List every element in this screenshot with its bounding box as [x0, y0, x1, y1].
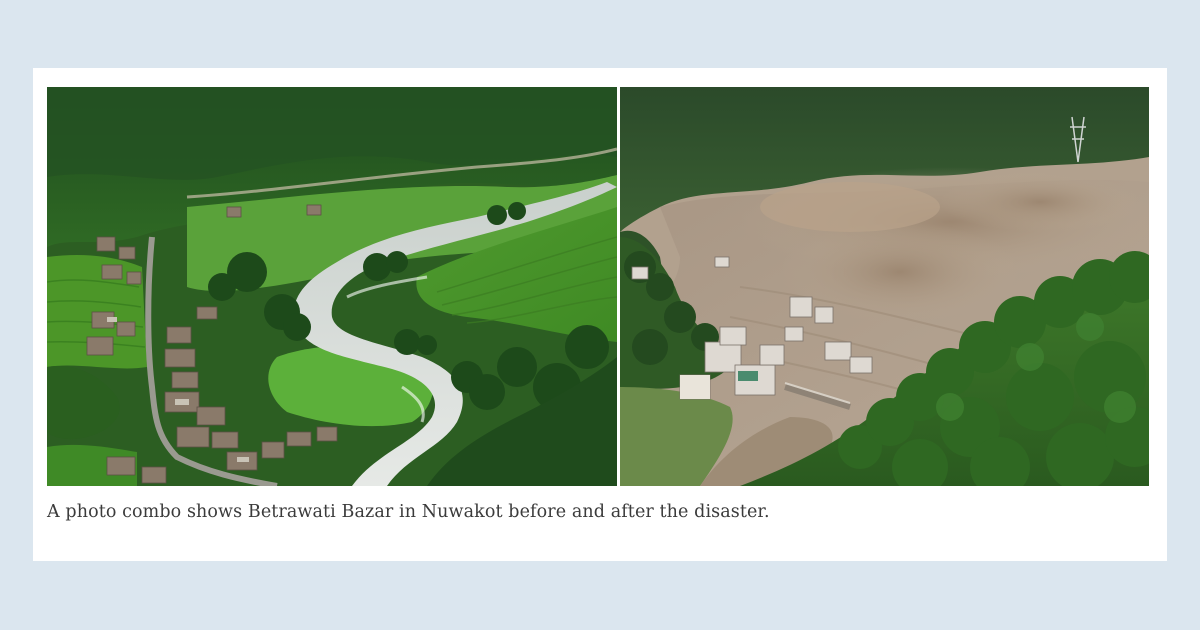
photo-caption: A photo combo shows Betrawati Bazar in N… — [47, 502, 770, 522]
article-figure-card: A photo combo shows Betrawati Bazar in N… — [33, 68, 1167, 561]
before-disaster-photo — [47, 87, 617, 486]
after-disaster-photo — [620, 87, 1149, 486]
photo-combo — [47, 87, 1149, 486]
